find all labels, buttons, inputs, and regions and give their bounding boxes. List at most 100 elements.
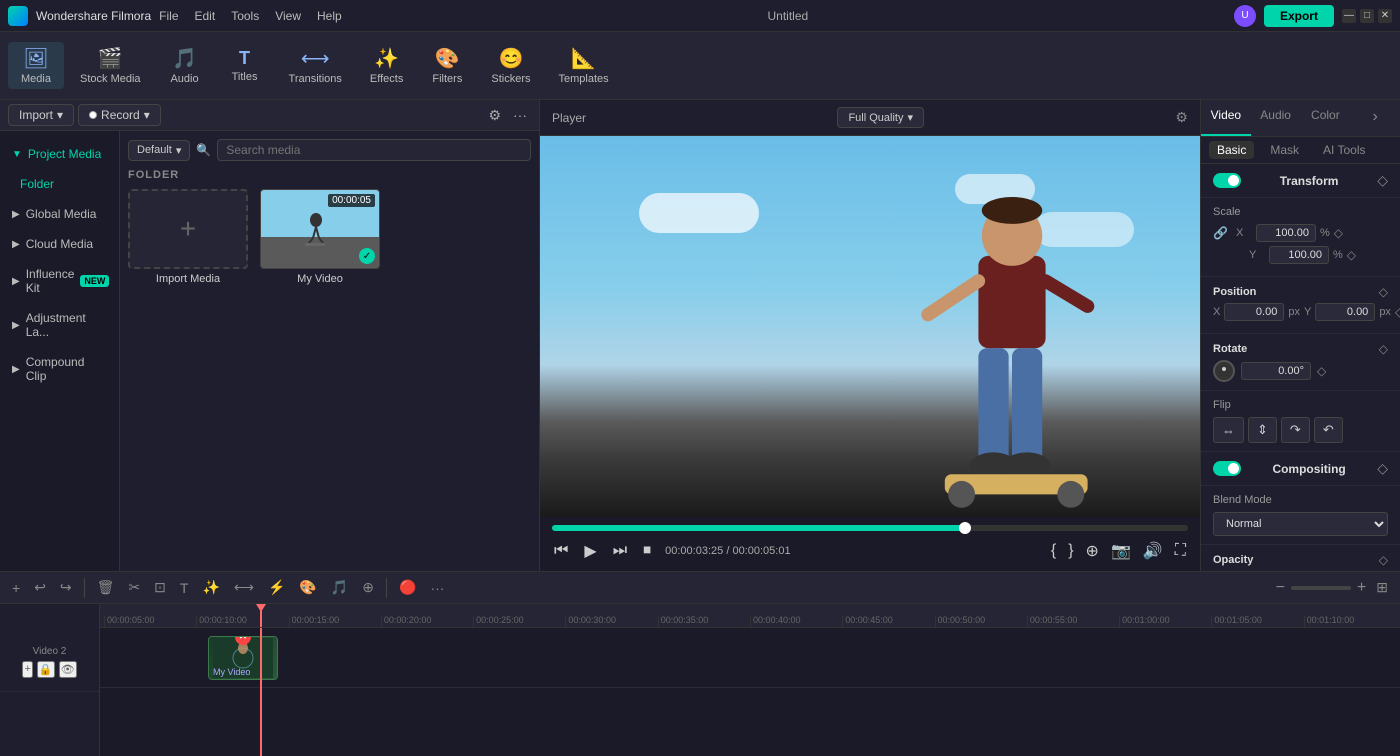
- subtab-mask[interactable]: Mask: [1262, 141, 1307, 159]
- tab-more[interactable]: ›: [1350, 100, 1400, 136]
- minimize-button[interactable]: —: [1342, 9, 1356, 23]
- snap-button[interactable]: 🔴: [395, 577, 420, 598]
- fit-button[interactable]: ⊞: [1372, 577, 1392, 598]
- search-input[interactable]: [217, 139, 531, 161]
- tool-effects[interactable]: ✨ Effects: [358, 42, 415, 89]
- my-video-item[interactable]: 00:00:05 ✓ My Video: [260, 189, 380, 285]
- transform-reset-icon[interactable]: ◇: [1377, 172, 1388, 189]
- speed-button[interactable]: ⚡: [264, 577, 289, 598]
- tool-templates[interactable]: 📐 Templates: [546, 42, 620, 89]
- rotate-keyframe-icon[interactable]: ◇: [1379, 342, 1388, 356]
- blend-mode-select[interactable]: Normal Multiply Screen Overlay: [1213, 512, 1388, 536]
- zoom-slider[interactable]: [1291, 586, 1351, 590]
- skip-back-button[interactable]: ⏮: [552, 540, 570, 562]
- timeline-ruler[interactable]: 00:00:05:00 00:00:10:00 00:00:15:00 00:0…: [100, 604, 1400, 628]
- subtab-ai-tools[interactable]: AI Tools: [1315, 141, 1373, 159]
- volume-button[interactable]: 🔊: [1141, 539, 1165, 563]
- menu-file[interactable]: File: [159, 9, 178, 23]
- import-button[interactable]: Import ▾: [8, 104, 74, 126]
- position-keyframe-icon[interactable]: ◇: [1379, 285, 1388, 299]
- transition-tl-button[interactable]: ⟷: [230, 577, 258, 598]
- more-action-button[interactable]: ···: [509, 105, 531, 126]
- tool-filters[interactable]: 🎨 Filters: [419, 42, 475, 89]
- tool-transitions[interactable]: ⟷ Transitions: [277, 42, 354, 89]
- color-tl-button[interactable]: 🎨: [295, 577, 320, 598]
- undo-button[interactable]: ↩: [30, 577, 50, 598]
- rotate-end-icon[interactable]: ◇: [1317, 364, 1326, 378]
- sidebar-item-influence-kit[interactable]: ▶ Influence Kit NEW: [0, 259, 119, 303]
- split-button[interactable]: ✂: [124, 577, 144, 598]
- import-media-item[interactable]: + Import Media: [128, 189, 248, 285]
- crop-button[interactable]: ⊡: [150, 577, 170, 598]
- sidebar-item-folder[interactable]: Folder: [0, 169, 119, 199]
- sidebar-item-cloud-media[interactable]: ▶ Cloud Media: [0, 229, 119, 259]
- track-add-button[interactable]: +: [22, 661, 32, 678]
- flip-vertical-button[interactable]: ⇕: [1248, 417, 1277, 443]
- record-button[interactable]: Record ▾: [78, 104, 161, 126]
- transform-toggle[interactable]: [1213, 173, 1241, 188]
- sidebar-item-global-media[interactable]: ▶ Global Media: [0, 199, 119, 229]
- compositing-reset-icon[interactable]: ◇: [1377, 460, 1388, 477]
- my-video-thumb[interactable]: 00:00:05 ✓: [260, 189, 380, 269]
- export-button[interactable]: Export: [1264, 5, 1334, 27]
- snapshot-button[interactable]: 📷: [1109, 539, 1133, 563]
- scale-x-keyframe-icon[interactable]: ◇: [1334, 226, 1343, 240]
- track-eye-button[interactable]: 👁: [59, 661, 77, 678]
- quality-button[interactable]: Full Quality ▾: [837, 107, 924, 128]
- default-button[interactable]: Default ▾: [128, 140, 190, 161]
- sidebar-item-adjustment-layer[interactable]: ▶ Adjustment La...: [0, 303, 119, 347]
- subtab-basic[interactable]: Basic: [1209, 141, 1254, 159]
- position-x-input[interactable]: [1224, 303, 1284, 321]
- tool-stock-media[interactable]: 🎬 Stock Media: [68, 42, 153, 89]
- redo-button[interactable]: ↪: [56, 577, 76, 598]
- compositing-toggle[interactable]: [1213, 461, 1241, 476]
- sidebar-item-compound-clip[interactable]: ▶ Compound Clip: [0, 347, 119, 391]
- play-button[interactable]: ▶: [582, 539, 598, 563]
- scale-y-input[interactable]: [1269, 246, 1329, 264]
- menu-tools[interactable]: Tools: [231, 9, 259, 23]
- tab-color[interactable]: Color: [1301, 100, 1351, 136]
- opacity-keyframe-icon[interactable]: ◇: [1379, 553, 1388, 567]
- zoom-in-tl-button[interactable]: +: [1357, 579, 1366, 597]
- import-media-thumb[interactable]: +: [128, 189, 248, 269]
- audio-tl-button[interactable]: 🎵: [327, 577, 352, 598]
- more-tl-button[interactable]: ···: [426, 578, 448, 598]
- flip-horizontal-button[interactable]: ⇔: [1213, 417, 1244, 443]
- tool-media[interactable]: 🖼 Media: [8, 42, 64, 89]
- zoom-out-button[interactable]: −: [1276, 579, 1285, 597]
- tab-video[interactable]: Video: [1201, 100, 1251, 136]
- text-button[interactable]: T: [176, 578, 193, 598]
- tab-audio[interactable]: Audio: [1251, 100, 1301, 136]
- tool-titles[interactable]: T Titles: [217, 44, 273, 87]
- menu-edit[interactable]: Edit: [195, 9, 216, 23]
- maximize-button[interactable]: □: [1360, 9, 1374, 23]
- progress-bar[interactable]: [552, 525, 1188, 531]
- stop-button[interactable]: ⏹: [641, 540, 653, 562]
- position-y-input[interactable]: [1315, 303, 1375, 321]
- track-lock-button[interactable]: 🔒: [37, 661, 55, 678]
- menu-help[interactable]: Help: [317, 9, 342, 23]
- delete-button[interactable]: 🗑: [93, 577, 119, 598]
- link-scale-icon[interactable]: 🔗: [1213, 226, 1228, 240]
- zoom-in-button[interactable]: ⊕: [1084, 539, 1101, 563]
- close-button[interactable]: ✕: [1378, 9, 1392, 23]
- scale-y-keyframe-icon[interactable]: ◇: [1347, 248, 1356, 262]
- skip-forward-button[interactable]: ⏭: [611, 540, 629, 562]
- tool-stickers[interactable]: 😊 Stickers: [479, 42, 542, 89]
- mark-in-button[interactable]: {: [1049, 539, 1058, 563]
- effects-tl-button[interactable]: ✨: [198, 577, 223, 598]
- rotate-input[interactable]: [1241, 362, 1311, 380]
- sidebar-item-project-media[interactable]: ▼ Project Media: [0, 139, 119, 169]
- mark-out-button[interactable]: }: [1066, 539, 1075, 563]
- video-clip[interactable]: ✕ My Video: [208, 636, 278, 680]
- scale-x-input[interactable]: [1256, 224, 1316, 242]
- tool-audio[interactable]: 🎵 Audio: [157, 42, 213, 89]
- rotate-dial[interactable]: [1213, 360, 1235, 382]
- flip-rotate-cw-button[interactable]: ↷: [1281, 417, 1310, 443]
- fullscreen-button[interactable]: ⛶: [1173, 539, 1188, 563]
- menu-view[interactable]: View: [275, 9, 301, 23]
- position-y-keyframe-icon[interactable]: ◇: [1395, 305, 1400, 319]
- add-track-button[interactable]: +: [8, 578, 24, 598]
- filter-action-button[interactable]: ⚙: [484, 105, 505, 126]
- player-settings-icon[interactable]: ⚙: [1175, 109, 1188, 126]
